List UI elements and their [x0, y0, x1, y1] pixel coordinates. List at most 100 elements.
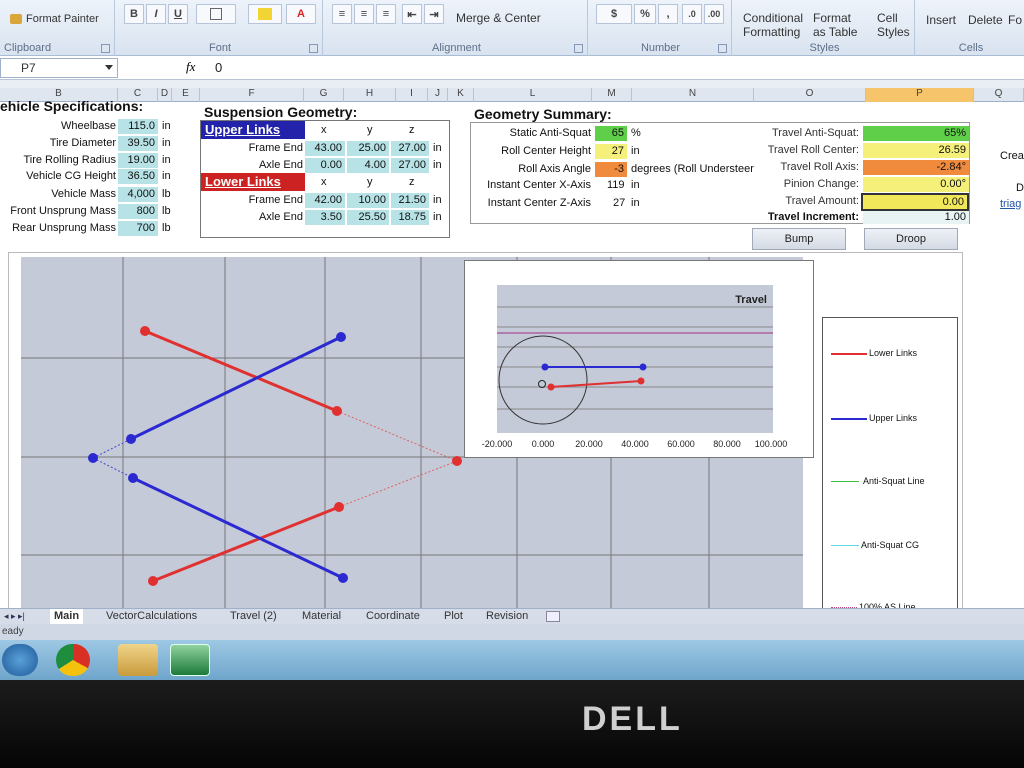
travel-chart[interactable]: Travel -20.000 0.000 20.000 40.000 60.00… — [464, 260, 814, 458]
column-header-d[interactable]: D — [158, 88, 172, 102]
travel-ticks: -20.000 0.000 20.000 40.000 60.000 80.00… — [482, 439, 788, 449]
upper-frame-y[interactable]: 25.00 — [347, 141, 389, 156]
geometry-summary-title: Geometry Summary: — [474, 106, 612, 122]
lower-frame-z[interactable]: 21.50 — [391, 193, 429, 208]
fill-color-button[interactable] — [248, 4, 282, 24]
column-header-l[interactable]: L — [474, 88, 592, 102]
insert-function-button[interactable]: fx — [186, 59, 195, 75]
cell-styles-button[interactable]: Cell Styles — [877, 11, 910, 39]
lower-frame-y[interactable]: 10.00 — [347, 193, 389, 208]
new-sheet-icon[interactable] — [546, 611, 560, 622]
tab-revision[interactable]: Revision — [482, 609, 532, 625]
comma-button[interactable]: , — [658, 4, 678, 24]
delete-button[interactable]: Delete — [968, 13, 1003, 27]
tab-scroll-icon[interactable]: ◂ ▸ ▸| — [4, 611, 25, 622]
vehicle-spec-label: Front Unsprung Mass — [10, 205, 116, 217]
upper-frame-x[interactable]: 43.00 — [305, 141, 345, 156]
decrease-indent-button[interactable]: ⇤ — [402, 4, 422, 24]
lower-axle-x[interactable]: 3.50 — [305, 210, 345, 225]
column-header-m[interactable]: M — [592, 88, 632, 102]
format-cells-button[interactable]: Fo — [1008, 13, 1022, 27]
instant-center-z-label: Instant Center Z-Axis — [487, 197, 591, 209]
underline-button[interactable]: U — [168, 4, 188, 24]
upper-axle-z[interactable]: 27.00 — [391, 158, 429, 173]
clipboard-launcher-icon[interactable] — [101, 44, 110, 53]
chevron-down-icon[interactable] — [105, 65, 113, 70]
vehicle-spec-value[interactable]: 700 — [118, 221, 158, 236]
tab-main[interactable]: Main — [50, 609, 84, 625]
column-header-g[interactable]: G — [304, 88, 344, 102]
italic-button[interactable]: I — [146, 4, 166, 24]
bump-button[interactable]: Bump — [752, 228, 846, 250]
tab-plot[interactable]: Plot — [440, 609, 467, 625]
bold-button[interactable]: B — [124, 4, 144, 24]
upper-frame-z[interactable]: 27.00 — [391, 141, 429, 156]
currency-button[interactable]: $ — [596, 4, 632, 24]
format-as-table-button[interactable]: Format as Table — [813, 11, 857, 39]
insert-button[interactable]: Insert — [926, 13, 956, 27]
increase-decimal-button[interactable]: .0 — [682, 4, 702, 24]
increase-indent-button[interactable]: ⇥ — [424, 4, 444, 24]
travel-increment-input[interactable]: 1.00 — [863, 211, 969, 224]
lower-axle-z[interactable]: 18.75 — [391, 210, 429, 225]
format-painter-button[interactable]: Format Painter — [26, 13, 99, 25]
font-launcher-icon[interactable] — [309, 44, 318, 53]
font-color-button[interactable]: A — [286, 4, 316, 24]
column-header-i[interactable]: I — [396, 88, 428, 102]
conditional-formatting-button[interactable]: Conditional Formatting — [743, 11, 803, 39]
travel-amount-input[interactable]: 0.00 — [861, 193, 969, 211]
column-header-f[interactable]: F — [200, 88, 304, 102]
col-z-label: z — [409, 124, 415, 136]
percent-button[interactable]: % — [634, 4, 656, 24]
edge-text-crea: Crea — [1000, 150, 1024, 162]
column-header-j[interactable]: J — [428, 88, 448, 102]
tab-material[interactable]: Material — [298, 609, 345, 625]
edge-link-triag[interactable]: triag — [1000, 198, 1021, 210]
column-header-p[interactable]: P — [866, 88, 974, 102]
number-launcher-icon[interactable] — [718, 44, 727, 53]
start-button-icon[interactable] — [2, 644, 38, 676]
border-button[interactable] — [196, 4, 236, 24]
upper-link-point — [336, 332, 346, 342]
legend-item: Anti-Squat Line — [831, 476, 955, 488]
decrease-decimal-button[interactable]: .00 — [704, 4, 724, 24]
upper-link-point — [126, 434, 136, 444]
vehicle-spec-value[interactable]: 19.00 — [118, 153, 158, 168]
lower-axle-y[interactable]: 25.50 — [347, 210, 389, 225]
file-explorer-icon[interactable] — [118, 644, 158, 676]
as-table-text: as Table — [813, 25, 858, 39]
tab-vectorcalculations[interactable]: VectorCalculations — [102, 609, 201, 625]
column-header-h[interactable]: H — [344, 88, 396, 102]
vehicle-spec-value[interactable]: 36.50 — [118, 169, 158, 184]
excel-icon[interactable] — [170, 644, 210, 676]
upper-link-point — [88, 453, 98, 463]
upper-axle-x[interactable]: 0.00 — [305, 158, 345, 173]
vehicle-spec-unit: lb — [162, 222, 171, 234]
alignment-launcher-icon[interactable] — [574, 44, 583, 53]
upper-axle-y[interactable]: 4.00 — [347, 158, 389, 173]
column-header-o[interactable]: O — [754, 88, 866, 102]
align-right-button[interactable]: ≡ — [376, 4, 396, 24]
tab-travel-2[interactable]: Travel (2) — [226, 609, 281, 625]
vehicle-spec-value[interactable]: 115.0 — [118, 119, 158, 134]
instant-center-z-value: 27 — [613, 197, 626, 209]
chrome-icon[interactable] — [56, 644, 90, 676]
column-header-k[interactable]: K — [448, 88, 474, 102]
name-box[interactable]: P7 — [0, 58, 118, 78]
align-center-button[interactable]: ≡ — [354, 4, 374, 24]
column-header-q[interactable]: Q — [974, 88, 1024, 102]
column-header-e[interactable]: E — [172, 88, 200, 102]
lower-frame-x[interactable]: 42.00 — [305, 193, 345, 208]
align-left-button[interactable]: ≡ — [332, 4, 352, 24]
vehicle-spec-value[interactable]: 800 — [118, 204, 158, 219]
col-x-label: x — [321, 124, 327, 136]
column-header-n[interactable]: N — [632, 88, 754, 102]
formula-input[interactable]: 0 — [215, 60, 222, 75]
col-z-label: z — [409, 176, 415, 188]
droop-button[interactable]: Droop — [864, 228, 958, 250]
vehicle-spec-value[interactable]: 39.50 — [118, 136, 158, 151]
tab-coordinate[interactable]: Coordinate — [362, 609, 424, 625]
chart-legend[interactable]: Lower Links Upper Links Anti-Squat Line … — [822, 317, 958, 617]
vehicle-spec-value[interactable]: 4,000 — [118, 187, 158, 202]
merge-center-button[interactable]: Merge & Center — [456, 11, 541, 25]
